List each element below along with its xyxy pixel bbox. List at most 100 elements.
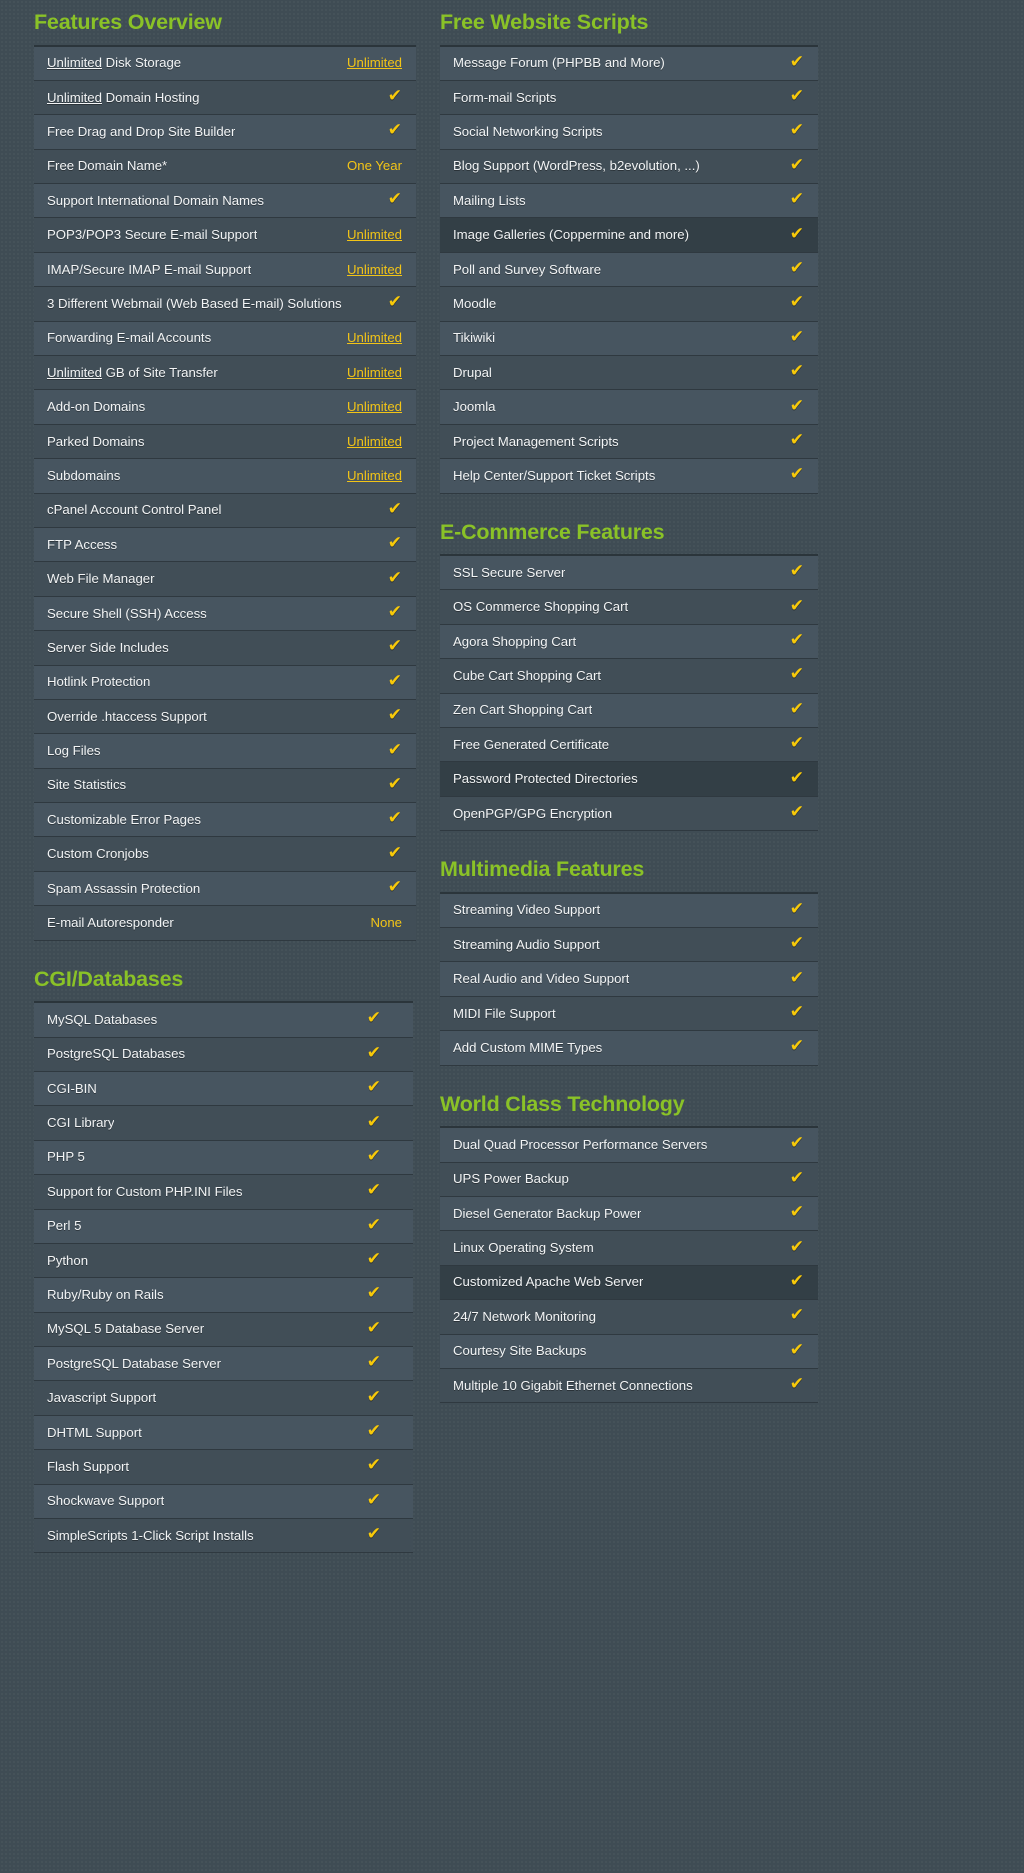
feature-row: Project Management Scripts ✔ xyxy=(440,424,818,460)
feature-row: Social Networking Scripts ✔ xyxy=(440,115,818,150)
feature-label: PHP 5 xyxy=(47,1149,85,1165)
feature-value-check: ✔ xyxy=(789,1202,804,1223)
feature-label: Help Center/Support Ticket Scripts xyxy=(453,467,656,483)
feature-label: Custom Cronjobs xyxy=(47,846,149,862)
feature-label: E-mail Autoresponder xyxy=(47,915,174,931)
feature-row: Streaming Video Support ✔ xyxy=(440,893,818,929)
feature-row: Customized Apache Web Server ✔ xyxy=(440,1265,818,1301)
checkmark-icon: ✔ xyxy=(789,223,804,244)
checkmark-icon: ✔ xyxy=(789,1374,804,1395)
feature-label: Agora Shopping Cart xyxy=(453,633,577,649)
feature-value-check: ✔ xyxy=(387,567,402,588)
feature-row: Support for Custom PHP.INI Files ✔ xyxy=(34,1175,413,1210)
feature-value-check: ✔ xyxy=(367,1388,381,1407)
feature-label: Form-mail Scripts xyxy=(453,89,557,105)
checkmark-icon: ✔ xyxy=(366,1317,381,1338)
checkmark-icon: ✔ xyxy=(789,802,804,822)
feature-value-check: ✔ xyxy=(367,1113,381,1132)
feature-row: Forwarding E-mail Accounts Unlimited xyxy=(34,321,416,357)
feature-label-text: Disk Storage xyxy=(101,55,182,71)
feature-label: SSL Secure Server xyxy=(453,564,566,580)
feature-value-check: ✔ xyxy=(367,1216,381,1235)
feature-label: Linux Operating System xyxy=(453,1240,594,1256)
feature-row: Shockwave Support ✔ xyxy=(34,1484,413,1520)
feature-label-emphasis: Unlimited xyxy=(47,55,102,71)
feature-row: Ruby/Ruby on Rails ✔ xyxy=(34,1278,413,1313)
feature-value-check: ✔ xyxy=(388,122,402,140)
feature-label: CGI-BIN xyxy=(47,1080,97,1096)
section-title-features-overview: Features Overview xyxy=(34,10,222,34)
feature-row: Help Center/Support Ticket Scripts ✔ xyxy=(440,459,818,494)
checkmark-icon: ✔ xyxy=(789,1002,804,1023)
feature-label: Diesel Generator Backup Power xyxy=(453,1205,642,1221)
feature-label: Blog Support (WordPress, b2evolution, ..… xyxy=(453,158,700,174)
checkmark-icon: ✔ xyxy=(789,258,804,279)
section-title-cgi-databases: CGI/Databases xyxy=(34,966,184,991)
feature-row: Add Custom MIME Types ✔ xyxy=(440,1031,818,1066)
checkmark-icon: ✔ xyxy=(789,595,804,616)
feature-value-check: ✔ xyxy=(789,733,804,754)
feature-value-link[interactable]: Unlimited xyxy=(347,468,402,484)
section-free-website-scripts: Free Website Scripts Message Forum (PHPBB… xyxy=(440,0,818,494)
feature-label: Real Audio and Video Support xyxy=(453,971,630,987)
feature-label: PostgreSQL Databases xyxy=(47,1046,186,1062)
checkmark-icon: ✔ xyxy=(789,1202,804,1223)
feature-row: DHTML Support ✔ xyxy=(34,1415,413,1451)
feature-value-check: ✔ xyxy=(790,1169,804,1188)
feature-value-check: ✔ xyxy=(789,802,804,822)
feature-row: Log Files ✔ xyxy=(34,734,416,769)
feature-row: Customizable Error Pages ✔ xyxy=(34,803,416,838)
feature-label: Password Protected Directories xyxy=(453,771,638,787)
feature-label: DHTML Support xyxy=(47,1424,142,1440)
feature-label: CGI Library xyxy=(47,1115,115,1131)
checkmark-icon: ✔ xyxy=(789,1270,804,1291)
feature-value-check: ✔ xyxy=(790,53,804,72)
feature-row: Image Galleries (Coppermine and more) ✔ xyxy=(440,218,818,253)
checkmark-icon: ✔ xyxy=(789,698,804,719)
feature-label: Site Statistics xyxy=(47,777,127,793)
feature-row: Subdomains Unlimited xyxy=(34,459,416,494)
feature-label: Unlimited Domain Hosting xyxy=(47,90,199,106)
checkmark-icon: ✔ xyxy=(789,733,804,754)
checkmark-icon: ✔ xyxy=(366,1008,381,1029)
feature-row: Cube Cart Shopping Cart ✔ xyxy=(440,659,818,694)
feature-value-check: ✔ xyxy=(790,1307,804,1325)
feature-label: Mailing Lists xyxy=(453,192,526,208)
feature-row: Drupal ✔ xyxy=(440,356,818,391)
checkmark-icon: ✔ xyxy=(387,773,402,794)
feature-row: Hotlink Protection ✔ xyxy=(34,665,416,700)
feature-value-link[interactable]: Unlimited xyxy=(347,55,402,71)
feature-label: Customized Apache Web Server xyxy=(453,1274,644,1290)
checkmark-icon: ✔ xyxy=(366,1524,381,1545)
feature-label: Subdomains xyxy=(47,467,121,483)
feature-value-check: ✔ xyxy=(367,1457,381,1475)
feature-value-check: ✔ xyxy=(367,1491,381,1510)
checkmark-icon: ✔ xyxy=(387,533,402,554)
feature-row: Password Protected Directories ✔ xyxy=(440,762,818,797)
feature-label-emphasis: Unlimited xyxy=(47,364,102,380)
checkmark-icon: ✔ xyxy=(789,1036,804,1057)
feature-value-check: ✔ xyxy=(789,1270,804,1291)
checkmark-icon: ✔ xyxy=(387,567,402,588)
feature-label: FTP Access xyxy=(47,536,118,552)
feature-label: Customizable Error Pages xyxy=(47,811,201,827)
feature-label-emphasis: Unlimited xyxy=(47,89,102,105)
feature-row: Courtesy Site Backups ✔ xyxy=(440,1334,818,1369)
feature-row: CGI-BIN ✔ xyxy=(34,1071,413,1107)
feature-value-check: ✔ xyxy=(790,328,804,347)
feature-value-link[interactable]: Unlimited xyxy=(347,434,402,450)
feature-value-link[interactable]: Unlimited xyxy=(347,227,402,243)
feature-label: Parked Domains xyxy=(47,433,145,449)
features-comparison-page: Features Overview Unlimited Disk Storage U… xyxy=(0,0,1024,1873)
feature-value-link[interactable]: Unlimited xyxy=(347,365,402,381)
feature-row-group: SSL Secure Server ✔ OS Commerce Shopping C… xyxy=(440,554,818,832)
feature-row: Mailing Lists ✔ xyxy=(440,184,818,219)
feature-label: Support for Custom PHP.INI Files xyxy=(47,1183,243,1199)
feature-row: Secure Shell (SSH) Access ✔ xyxy=(34,596,416,632)
feature-value-link[interactable]: Unlimited xyxy=(347,262,402,278)
feature-value-link[interactable]: Unlimited xyxy=(347,399,402,415)
feature-value-check: ✔ xyxy=(367,1354,381,1372)
feature-label: Drupal xyxy=(453,364,492,380)
feature-value-link[interactable]: Unlimited xyxy=(347,330,402,346)
feature-label: Support International Domain Names xyxy=(47,192,264,208)
